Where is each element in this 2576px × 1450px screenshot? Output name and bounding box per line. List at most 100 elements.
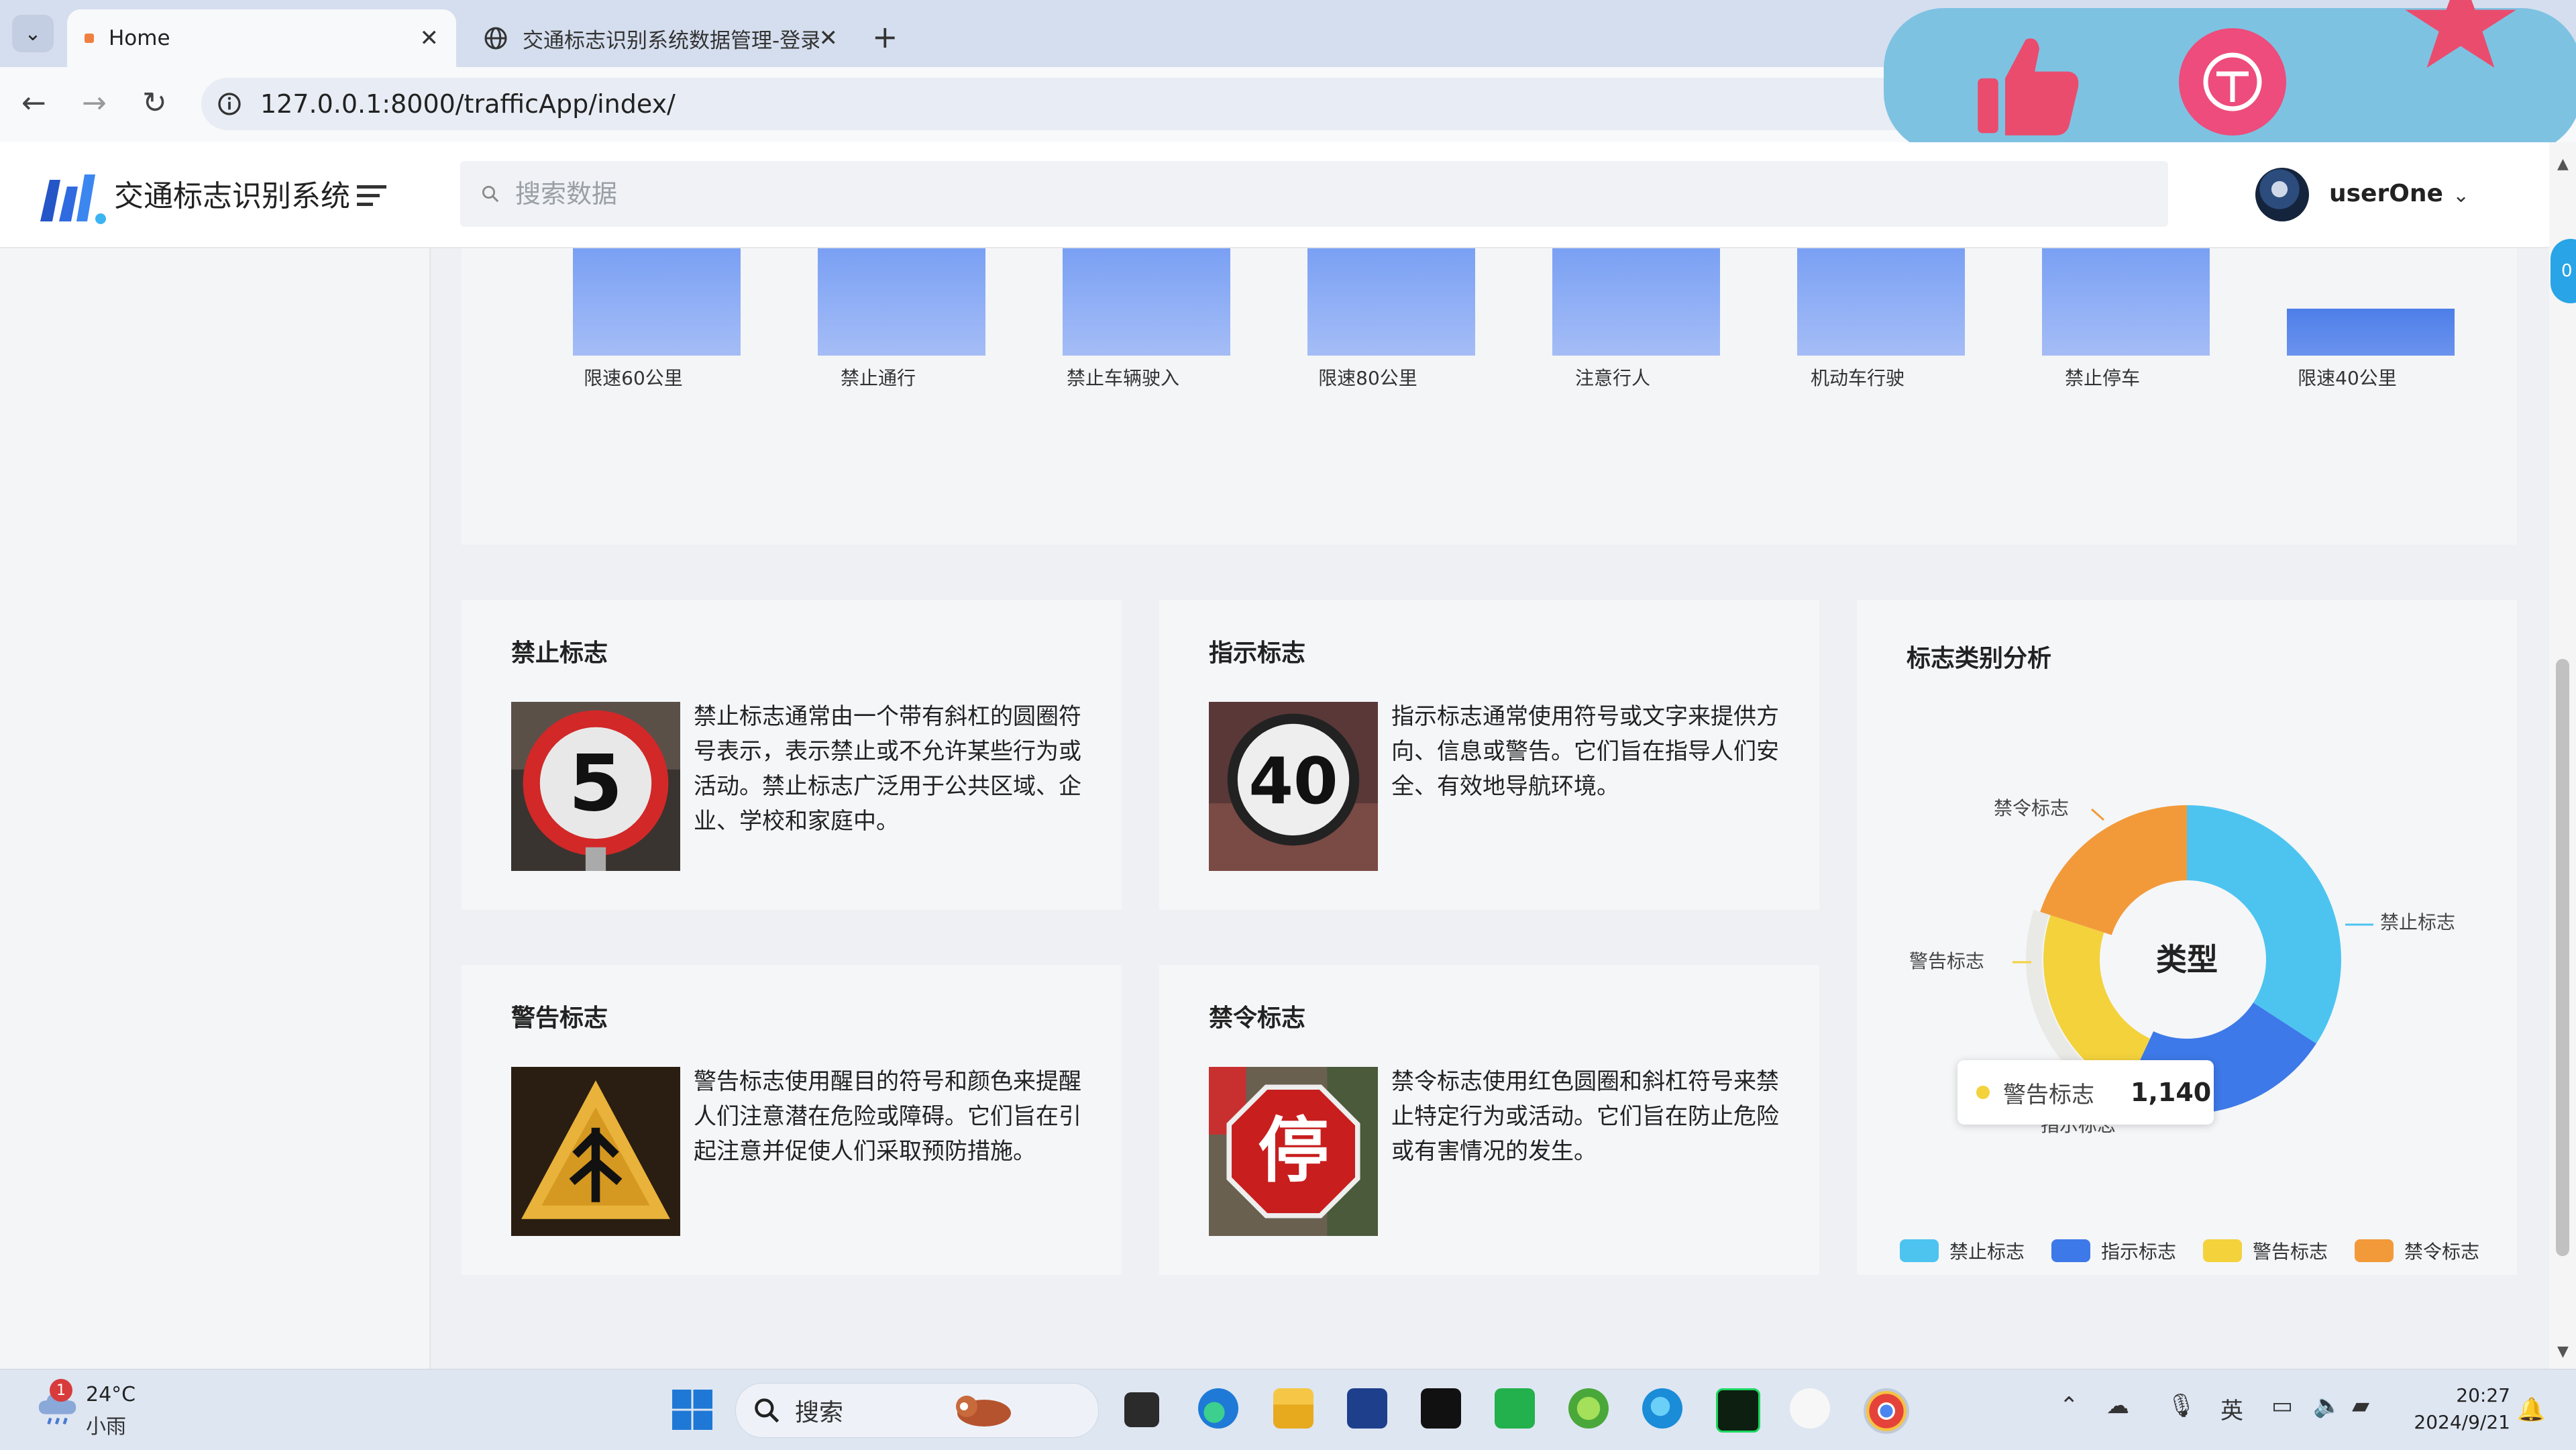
menu-toggle-icon[interactable]	[356, 183, 389, 209]
tab-list-button[interactable]: ⌄	[12, 15, 54, 52]
info-card-prohibition: 禁止标志 5 禁止标志通常由一个带有斜杠的圆圈符号表示，表示禁止或不允许某些行为…	[462, 600, 1122, 910]
tooltip-color-dot	[1976, 1086, 1990, 1099]
scrollbar-thumb[interactable]	[2556, 659, 2569, 1256]
legend-item[interactable]: 警告标志	[2203, 1237, 2328, 1264]
sidebar	[0, 248, 431, 1369]
bar[interactable]	[573, 248, 741, 356]
svg-text:40: 40	[1248, 743, 1338, 819]
site-info-icon[interactable]	[216, 91, 243, 117]
page-scrollbar[interactable]: ▲ ▼	[2549, 142, 2576, 1369]
tab-title: 交通标志识别系统数据管理-登录	[523, 28, 819, 53]
bar[interactable]	[1307, 248, 1475, 356]
tooltip-value: 1,140	[2131, 1078, 2212, 1107]
scroll-down-icon[interactable]: ▼	[2557, 1343, 2569, 1360]
speed-limit-40-sign-image: 40	[1209, 702, 1378, 871]
terminal-app-icon[interactable]	[1421, 1388, 1461, 1429]
legend-item[interactable]: 指示标志	[2051, 1237, 2176, 1264]
info-card-indication: 指示标志 40 指示标志通常使用符号或文字来提供方向、信息或警告。它们旨在指导人…	[1159, 600, 1819, 910]
battery-icon[interactable]: ▰	[2352, 1392, 2369, 1419]
weather-condition[interactable]: 小雨	[86, 1410, 126, 1439]
coin-icon[interactable]	[2179, 28, 2286, 136]
slice-label: 警告标志	[1909, 950, 1984, 972]
tab-home[interactable]: Home ✕	[67, 9, 456, 67]
task-view-icon[interactable]	[1124, 1392, 1159, 1427]
notification-bell-icon[interactable]: 🔔	[2517, 1396, 2545, 1423]
info-card-prohibitory: 禁令标志 停 禁令标志使用红色圆圈和斜杠符号来禁止特定行为或活动。它们旨在防止危…	[1159, 965, 1819, 1275]
volume-icon[interactable]: 🔈	[2313, 1392, 2341, 1419]
legend-item[interactable]: 禁令标志	[2355, 1237, 2479, 1264]
donut-slice[interactable]	[2187, 805, 2341, 1044]
weather-temperature[interactable]: 24°C	[86, 1383, 136, 1406]
app-grid-icon[interactable]	[1790, 1388, 1830, 1429]
avatar[interactable]	[2255, 168, 2309, 221]
bar-category-label: 限速60公里	[584, 367, 683, 389]
search-input[interactable]	[514, 178, 1858, 209]
scroll-up-icon[interactable]: ▲	[2557, 156, 2569, 172]
globe-icon	[484, 27, 507, 50]
card-title: 指示标志	[1209, 639, 1306, 667]
back-icon[interactable]: ←	[21, 86, 46, 120]
tab-title: Home	[109, 26, 170, 50]
coin-symbol-icon	[2203, 52, 2262, 111]
category-donut-chart: 类型禁止标志指示标志警告标志禁令标志	[1909, 797, 2455, 1136]
bar-category-label: 注意行人	[1574, 367, 1650, 389]
bar[interactable]	[2287, 309, 2455, 356]
legend-swatch	[2203, 1239, 2243, 1262]
chevron-down-icon[interactable]: ⌄	[2453, 184, 2469, 207]
microphone-icon[interactable]: 🎙	[2167, 1392, 2196, 1419]
taskbar-search[interactable]: 搜索	[735, 1383, 1099, 1438]
reload-icon[interactable]: ↻	[142, 86, 167, 120]
favorite-star-icon[interactable]	[2400, 0, 2521, 68]
ime-indicator[interactable]: 英	[2220, 1392, 2243, 1425]
warning-triangle-sign-image	[511, 1067, 680, 1236]
legend-label: 禁止标志	[1949, 1241, 2025, 1263]
edge-browser-icon[interactable]	[1198, 1388, 1238, 1429]
legend-item[interactable]: 禁止标志	[1900, 1237, 2025, 1264]
search-box[interactable]	[460, 161, 2168, 227]
svg-text:停: 停	[1258, 1109, 1329, 1192]
bar[interactable]	[1552, 248, 1720, 356]
close-tab-icon[interactable]: ✕	[420, 25, 439, 52]
tooltip-label: 警告标志	[2003, 1081, 2094, 1108]
pycharm-icon[interactable]	[1716, 1388, 1760, 1433]
file-explorer-icon[interactable]	[1273, 1388, 1313, 1429]
donut-slice[interactable]	[2040, 805, 2187, 935]
username[interactable]: userOne	[2329, 180, 2443, 207]
card-title: 禁止标志	[511, 639, 608, 667]
pycharm-like-icon[interactable]	[1568, 1388, 1609, 1429]
new-tab-icon[interactable]: +	[872, 19, 898, 55]
microsoft-store-icon[interactable]	[1347, 1388, 1387, 1429]
bar[interactable]	[1063, 248, 1230, 356]
thumbs-up-icon[interactable]	[1971, 28, 2085, 142]
taskbar-search-label: 搜索	[795, 1399, 844, 1427]
close-tab-icon[interactable]: ✕	[819, 25, 839, 52]
wechat-icon[interactable]	[1495, 1388, 1535, 1429]
bar[interactable]	[2042, 248, 2210, 356]
info-card-warning: 警告标志 警告标志使用醒目的符号和颜色来提醒人们注意潜在危险或障碍。它们旨在引起…	[462, 965, 1122, 1275]
tab-login[interactable]: 交通标志识别系统数据管理-登录 ✕	[466, 9, 855, 67]
cloud-icon[interactable]: ☁	[2106, 1392, 2129, 1419]
bar[interactable]	[818, 248, 985, 356]
weather-alert-badge: 1	[50, 1379, 72, 1402]
floating-badge[interactable]: 0	[2551, 239, 2576, 303]
forward-icon[interactable]: →	[82, 86, 107, 120]
slice-label: 禁令标志	[1994, 797, 2069, 819]
bar[interactable]	[1797, 248, 1965, 356]
clock-date[interactable]: 2024/9/21	[2388, 1411, 2510, 1433]
legend-label: 指示标志	[2101, 1241, 2177, 1263]
clock-time[interactable]: 20:27	[2410, 1384, 2510, 1406]
url-text: 127.0.0.1:8000/trafficApp/index/	[260, 89, 676, 119]
chevron-up-icon[interactable]: ⌃	[2059, 1392, 2079, 1419]
legend-swatch	[2355, 1239, 2394, 1262]
app-header: 交通标志识别系统 userOne ⌄	[0, 142, 2576, 248]
card-description: 指示标志通常使用符号或文字来提供方向、信息或警告。它们旨在指导人们安全、有效地导…	[1391, 703, 1779, 800]
legend-swatch	[2051, 1239, 2091, 1262]
network-icon[interactable]: ▭	[2271, 1392, 2293, 1419]
card-description: 禁止标志通常由一个带有斜杠的圆圈符号表示，表示禁止或不允许某些行为或活动。禁止标…	[694, 703, 1081, 835]
ie-browser-icon[interactable]	[1642, 1388, 1682, 1429]
windows-start-icon[interactable]	[672, 1390, 712, 1430]
card-title: 禁令标志	[1209, 1004, 1306, 1032]
chrome-icon[interactable]	[1864, 1388, 1909, 1434]
svg-text:5: 5	[569, 738, 623, 829]
legend-label: 警告标志	[2253, 1241, 2328, 1263]
